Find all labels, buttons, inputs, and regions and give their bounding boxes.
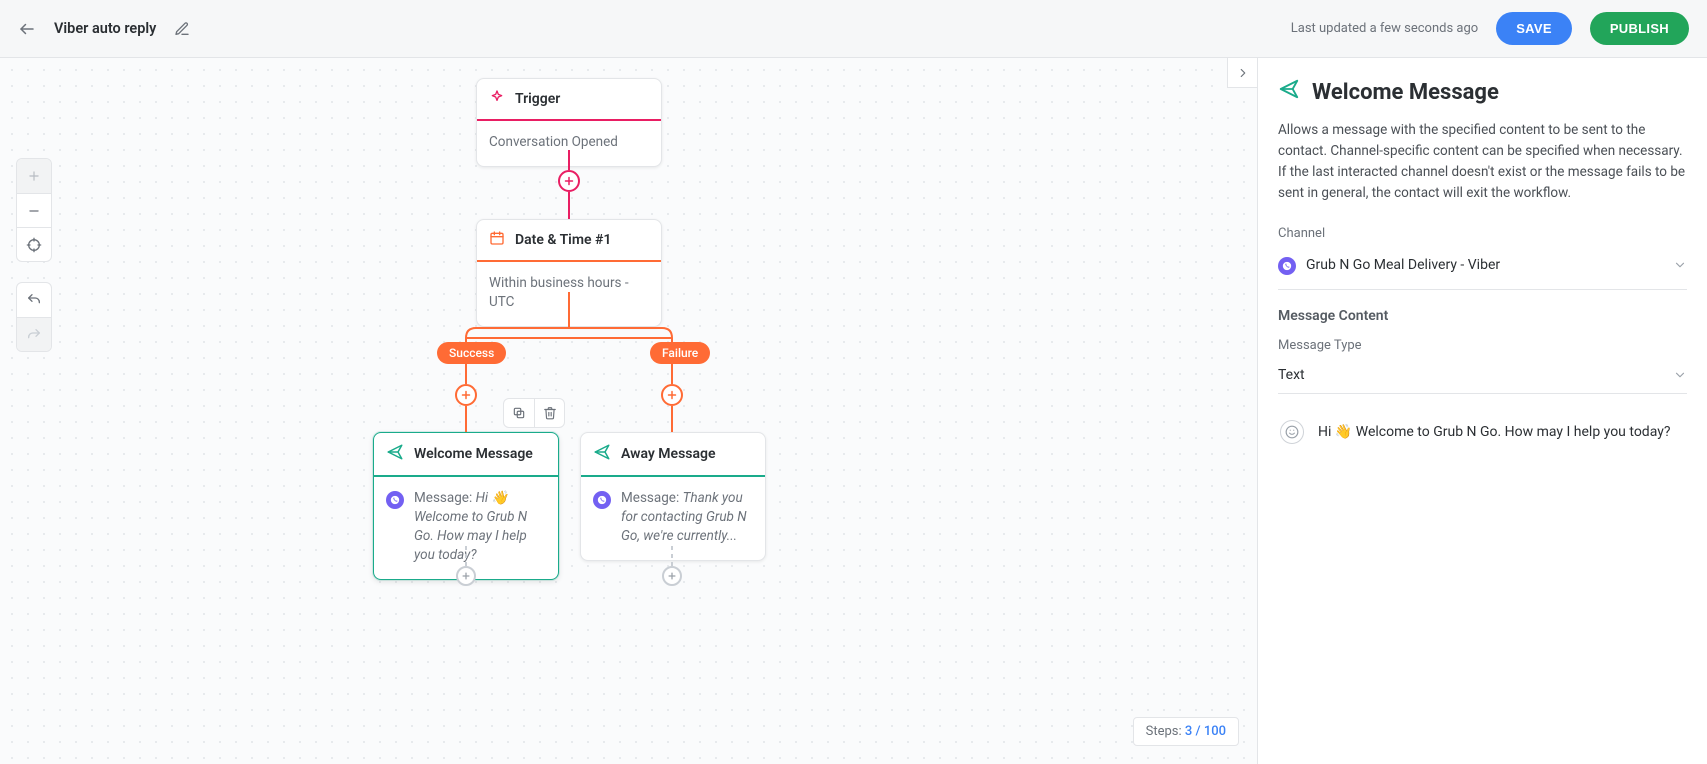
undo-icon [26,292,42,308]
node-datetime[interactable]: Date & Time #1 Within business hours - U… [476,219,662,327]
plus-icon [666,389,678,401]
node-welcome-text: Message: Hi 👋 Welcome to Grub N Go. How … [414,489,546,565]
add-step-end-left-button[interactable] [456,566,476,586]
viber-icon [386,491,404,509]
chevron-down-icon [1673,368,1687,382]
message-input-value: Hi 👋 Welcome to Grub N Go. How may I hel… [1318,424,1670,440]
last-updated-text: Last updated a few seconds ago [1291,21,1478,36]
header-right: Last updated a few seconds ago SAVE PUBL… [1291,12,1689,45]
save-button[interactable]: SAVE [1496,12,1572,45]
branch-success-pill[interactable]: Success [437,342,506,364]
node-away-body: Message: Thank you for contacting Grub N… [581,477,765,560]
node-away-title: Away Message [621,446,716,462]
send-icon [1278,78,1300,106]
workflow-title: Viber auto reply [54,20,156,37]
node-datetime-title: Date & Time #1 [515,232,611,248]
crosshair-icon [26,237,42,253]
message-text-input[interactable]: Hi 👋 Welcome to Grub N Go. How may I hel… [1278,412,1687,452]
node-trigger[interactable]: Trigger Conversation Opened [476,78,662,167]
viber-icon [1278,257,1296,275]
node-datetime-body: Within business hours - UTC [477,262,661,326]
main: Steps: 3 / 100 [0,58,1707,764]
node-welcome-body: Message: Hi 👋 Welcome to Grub N Go. How … [374,477,558,579]
chevron-right-icon [1236,66,1250,80]
node-welcome-message[interactable]: Welcome Message Message: Hi 👋 Welcome to… [373,432,559,580]
history-toolgroup [16,282,52,352]
node-away-header: Away Message [581,433,765,477]
add-step-button[interactable] [558,170,580,192]
node-welcome-header: Welcome Message [374,433,558,477]
panel-description: Allows a message with the specified cont… [1278,120,1687,204]
panel-title-row: Welcome Message [1278,78,1687,106]
plus-icon [27,169,41,183]
node-trigger-header: Trigger [477,79,661,121]
node-away-text: Message: Thank you for contacting Grub N… [621,489,753,546]
redo-button[interactable] [17,317,51,351]
send-icon [593,443,611,465]
collapse-side-panel-button[interactable] [1227,58,1257,88]
zoom-in-button[interactable] [17,159,51,193]
zoom-toolgroup [16,158,52,262]
node-toolbar [503,398,565,428]
edit-title-icon[interactable] [174,21,190,37]
smile-icon [1285,425,1299,439]
channel-label: Channel [1278,226,1687,241]
message-type-select[interactable]: Text [1278,361,1687,394]
emoji-picker-button[interactable] [1280,420,1304,444]
branch-failure-pill[interactable]: Failure [650,342,710,364]
panel-title: Welcome Message [1312,80,1499,105]
steps-label: Steps: [1146,724,1182,739]
node-away-message[interactable]: Away Message Message: Thank you for cont… [580,432,766,561]
message-prefix: Message: [414,490,472,506]
chevron-down-icon [1673,258,1687,272]
workflow-canvas[interactable]: Steps: 3 / 100 [0,58,1257,764]
steps-value: 3 / 100 [1185,724,1226,739]
add-step-failure-button[interactable] [661,384,683,406]
zoom-out-button[interactable] [17,193,51,227]
publish-button[interactable]: PUBLISH [1590,12,1689,45]
zoom-fit-button[interactable] [17,227,51,261]
message-type-value: Text [1278,367,1305,383]
plus-icon [461,571,471,581]
viber-icon [593,491,611,509]
message-content-section-label: Message Content [1278,308,1687,324]
plus-icon [667,571,677,581]
add-step-success-button[interactable] [455,384,477,406]
header-bar: Viber auto reply Last updated a few seco… [0,0,1707,58]
calendar-icon [489,230,505,250]
delete-node-button[interactable] [534,399,564,427]
message-type-label: Message Type [1278,338,1687,353]
plus-icon [563,175,575,187]
channel-value: Grub N Go Meal Delivery - Viber [1306,257,1500,273]
duplicate-node-button[interactable] [504,399,534,427]
connectors [373,78,873,678]
trash-icon [543,406,557,420]
undo-button[interactable] [17,283,51,317]
plus-icon [460,389,472,401]
node-trigger-title: Trigger [515,91,560,107]
redo-icon [26,327,42,343]
message-prefix: Message: [621,490,679,506]
node-datetime-header: Date & Time #1 [477,220,661,262]
node-welcome-title: Welcome Message [414,446,533,462]
copy-icon [512,406,526,420]
steps-counter: Steps: 3 / 100 [1133,717,1239,746]
back-arrow-icon[interactable] [18,20,36,38]
sparkle-icon [489,89,505,109]
channel-select[interactable]: Grub N Go Meal Delivery - Viber [1278,249,1687,290]
minus-icon [27,204,41,218]
node-trigger-body: Conversation Opened [477,121,661,166]
header-left: Viber auto reply [18,20,190,38]
side-panel: Welcome Message Allows a message with th… [1257,58,1707,764]
add-step-end-right-button[interactable] [662,566,682,586]
send-icon [386,443,404,465]
